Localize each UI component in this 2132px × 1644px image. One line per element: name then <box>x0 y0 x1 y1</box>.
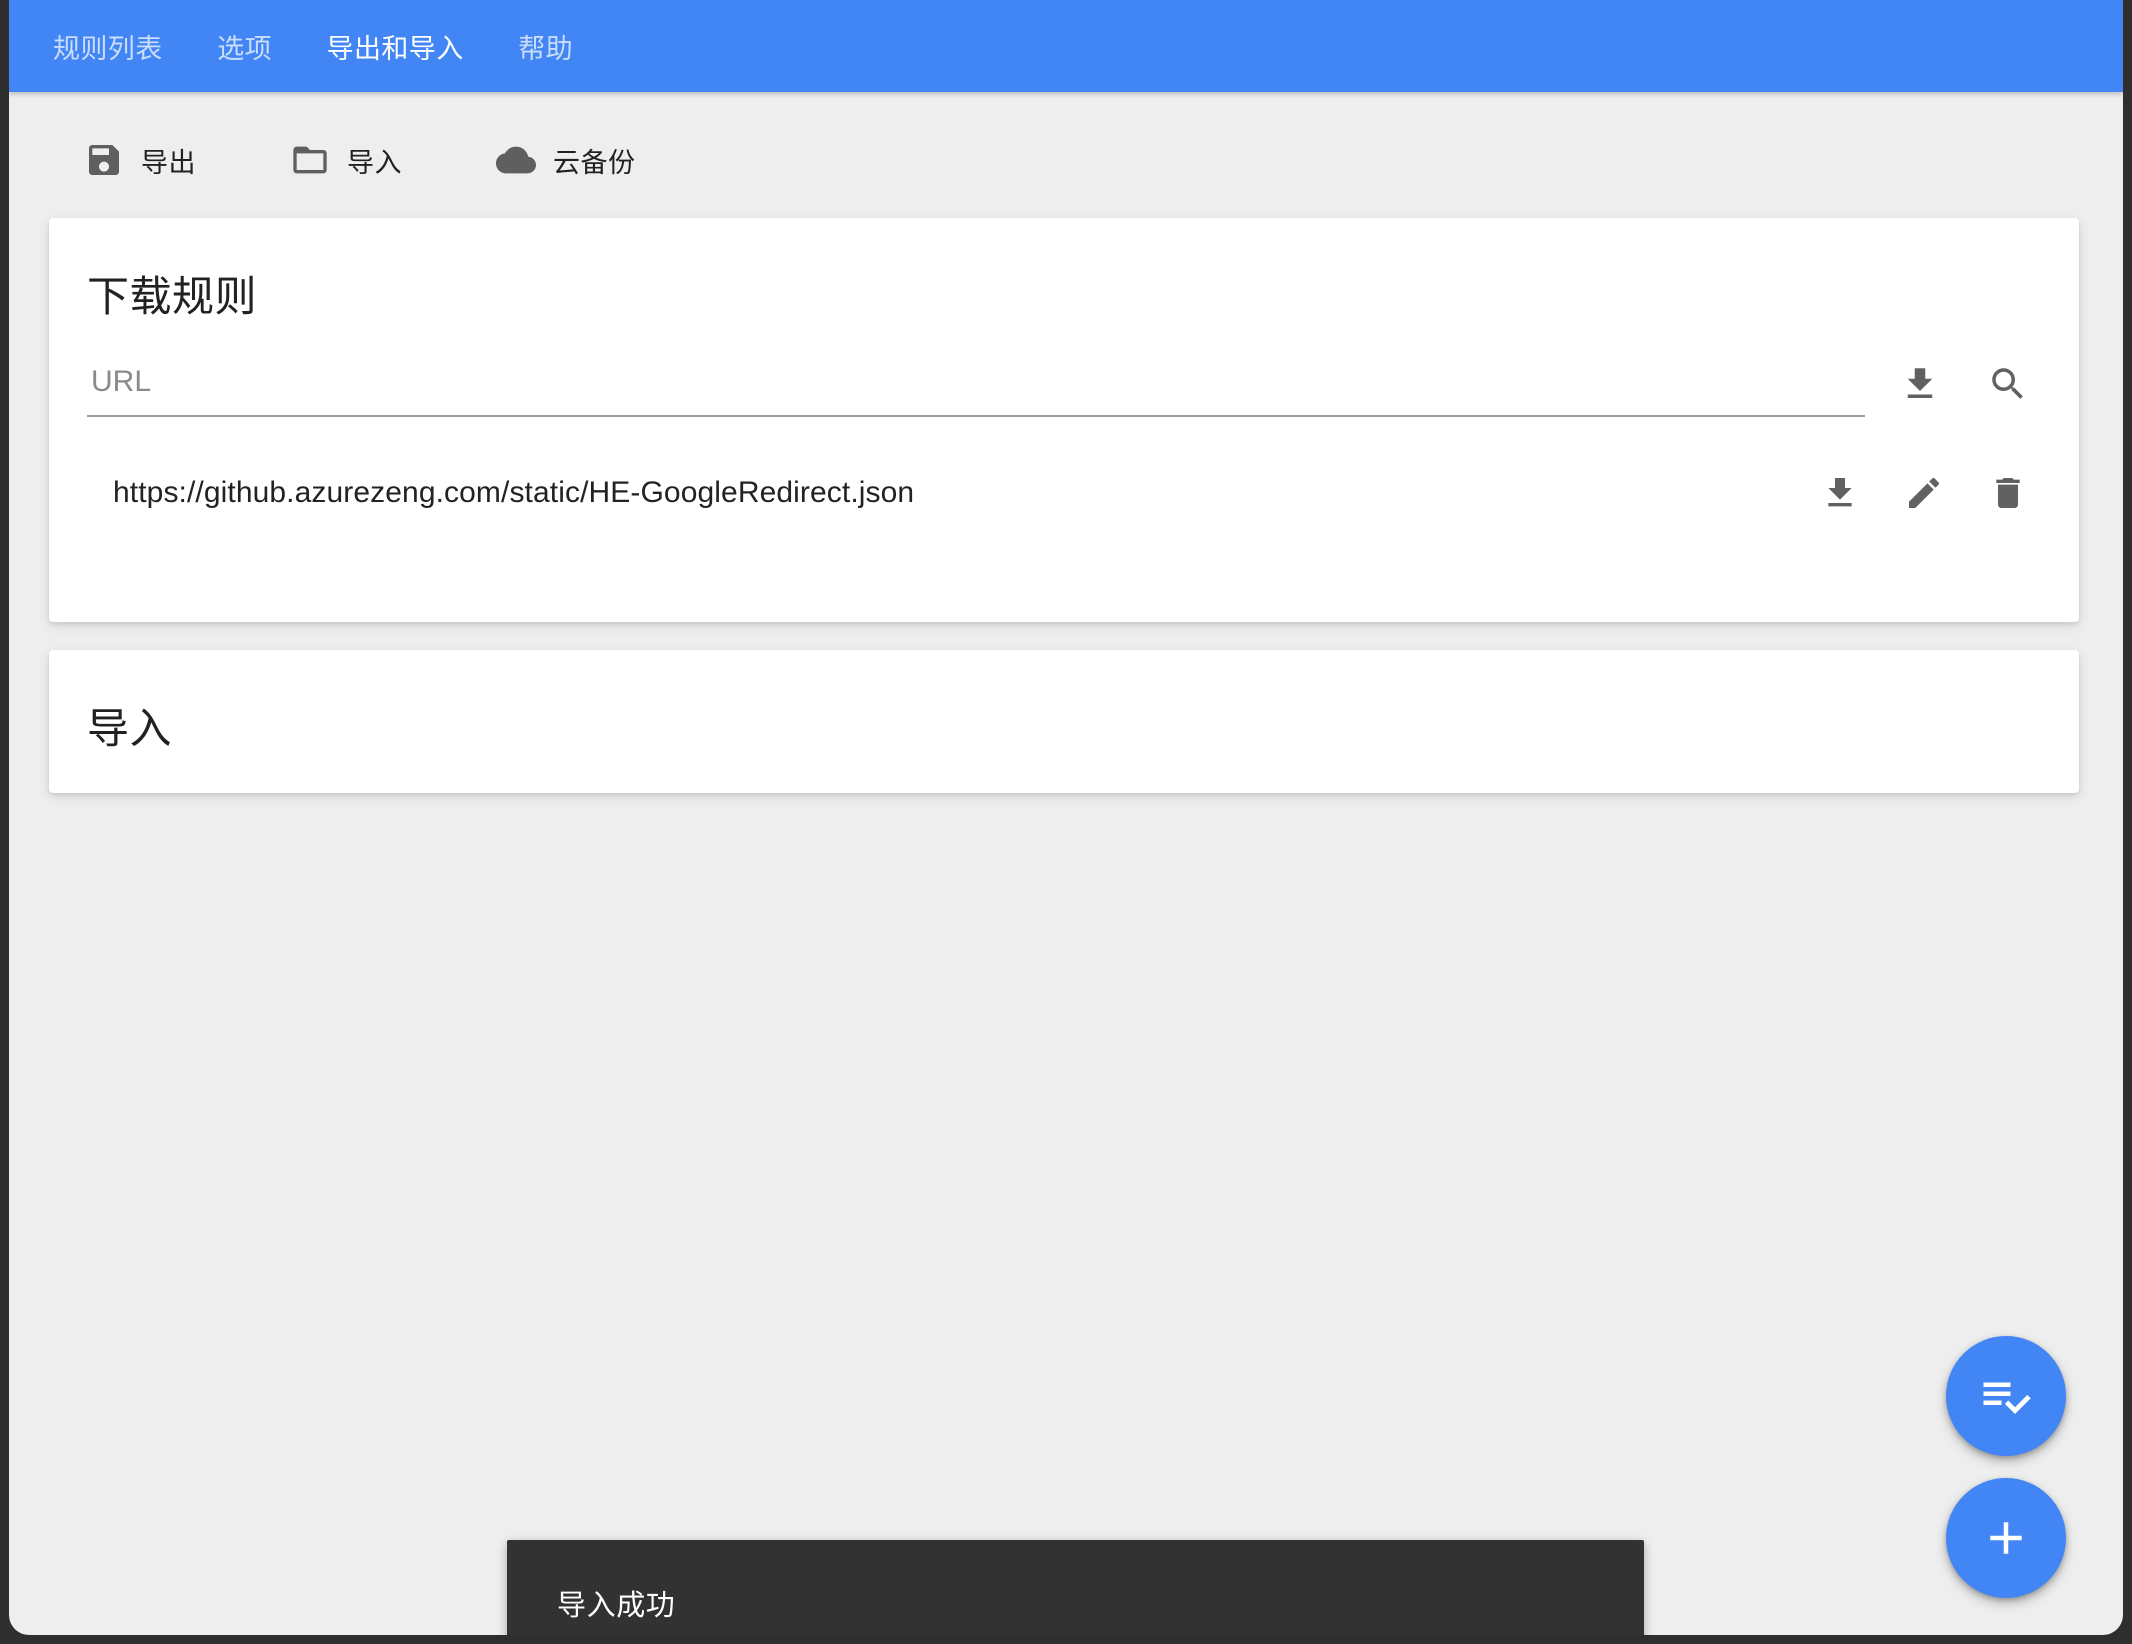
trash-icon <box>1996 478 2020 508</box>
export-button[interactable]: 导出 <box>84 140 196 180</box>
rule-actions <box>1789 460 2041 526</box>
download-rules-card: 下载规则 https://github.azurezeng.com/static… <box>49 218 2079 622</box>
url-input-row <box>87 351 2041 417</box>
export-button-label: 导出 <box>141 147 196 178</box>
import-card-title: 导入 <box>87 705 173 752</box>
cloud-backup-button[interactable]: 云备份 <box>496 140 636 180</box>
url-input[interactable] <box>87 359 1865 417</box>
batch-edit-fab[interactable] <box>1946 1336 2066 1456</box>
cloud-backup-button-label: 云备份 <box>553 147 636 178</box>
snackbar-message: 导入成功 <box>557 1590 676 1622</box>
rule-url-text: https://github.azurezeng.com/static/HE-G… <box>113 476 915 509</box>
download-icon <box>1907 368 1933 398</box>
folder-icon <box>293 146 327 174</box>
tab-bar: 规则列表 选项 导出和导入 帮助 <box>9 0 2123 92</box>
tab-label: 选项 <box>217 33 273 64</box>
delete-rule-button[interactable] <box>1975 460 2041 526</box>
import-card: 导入 <box>49 650 2079 793</box>
table-row[interactable]: https://github.azurezeng.com/static/HE-G… <box>87 456 2041 530</box>
window-body: 规则列表 选项 导出和导入 帮助 导出 导入 云备份 下载规则 URL http… <box>9 0 2123 1635</box>
tab-help[interactable]: 帮助 <box>490 0 602 92</box>
plus-icon <box>1990 1522 2022 1554</box>
import-button-label: 导入 <box>347 147 402 178</box>
save-floppy-icon <box>89 145 119 175</box>
add-fab[interactable] <box>1946 1478 2066 1598</box>
import-button[interactable]: 导入 <box>290 140 402 180</box>
tab-options[interactable]: 选项 <box>189 0 301 92</box>
edit-rule-button[interactable] <box>1891 460 1957 526</box>
playlist-add-check-icon <box>1983 1382 2031 1414</box>
cloud-icon <box>496 146 536 174</box>
toolbar: 导出 导入 云备份 <box>9 120 2123 200</box>
tab-export-import[interactable]: 导出和导入 <box>301 0 490 92</box>
window-frame: 规则列表 选项 导出和导入 帮助 导出 导入 云备份 下载规则 URL http… <box>0 0 2132 1644</box>
tab-label: 帮助 <box>518 33 574 64</box>
search-icon <box>1992 368 2023 399</box>
pencil-icon <box>1909 477 1940 508</box>
tab-label: 规则列表 <box>53 33 163 64</box>
download-rules-title: 下载规则 <box>87 273 258 320</box>
download-icon <box>1828 478 1852 507</box>
download-url-button[interactable] <box>1887 351 1953 417</box>
tab-rule-list[interactable]: 规则列表 <box>27 0 189 92</box>
tab-label: 导出和导入 <box>326 33 464 64</box>
download-rule-button[interactable] <box>1807 460 1873 526</box>
snackbar: 导入成功 <box>507 1540 1644 1635</box>
search-url-button[interactable] <box>1975 351 2041 417</box>
